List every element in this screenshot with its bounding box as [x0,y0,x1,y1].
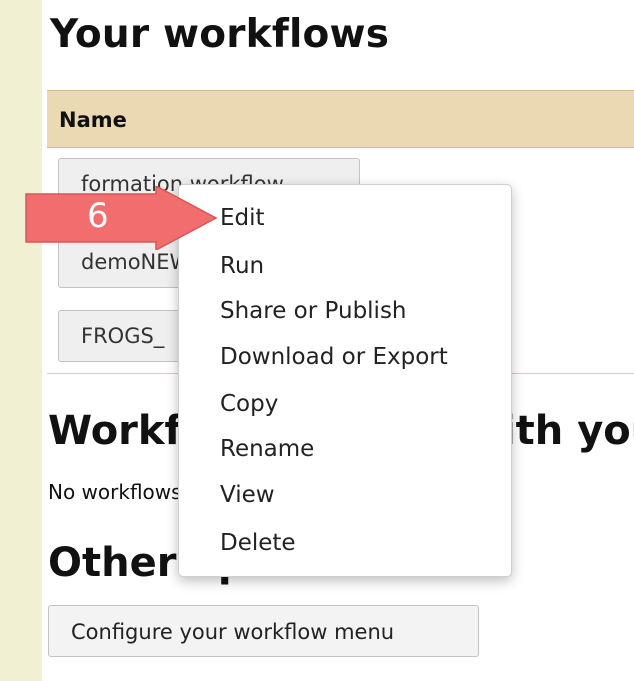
menu-item-download-or-export[interactable]: Download or Export [220,344,448,370]
menu-item-edit[interactable]: Edit [220,205,265,231]
workflow-label: demoNEW [81,250,188,274]
menu-item-share-or-publish[interactable]: Share or Publish [220,298,407,324]
callout-step-number: 6 [87,196,109,236]
workflow-context-menu: Edit Run Share or Publish Download or Ex… [178,184,512,577]
workflow-label: FROGS_ [81,324,165,348]
callout-arrow-icon [25,186,218,250]
workflow-table-header: Name [47,90,634,148]
menu-item-rename[interactable]: Rename [220,436,314,462]
menu-item-copy[interactable]: Copy [220,391,278,417]
menu-item-delete[interactable]: Delete [220,530,296,556]
workflow-button-frogs[interactable]: FROGS_ [58,310,188,362]
name-column-header[interactable]: Name [59,108,127,132]
menu-item-run[interactable]: Run [220,253,264,279]
page-title: Your workflows [50,12,390,57]
configure-workflow-menu-button[interactable]: Configure your workflow menu [48,605,479,657]
configure-label: Configure your workflow menu [71,620,395,644]
menu-item-view[interactable]: View [220,482,275,508]
